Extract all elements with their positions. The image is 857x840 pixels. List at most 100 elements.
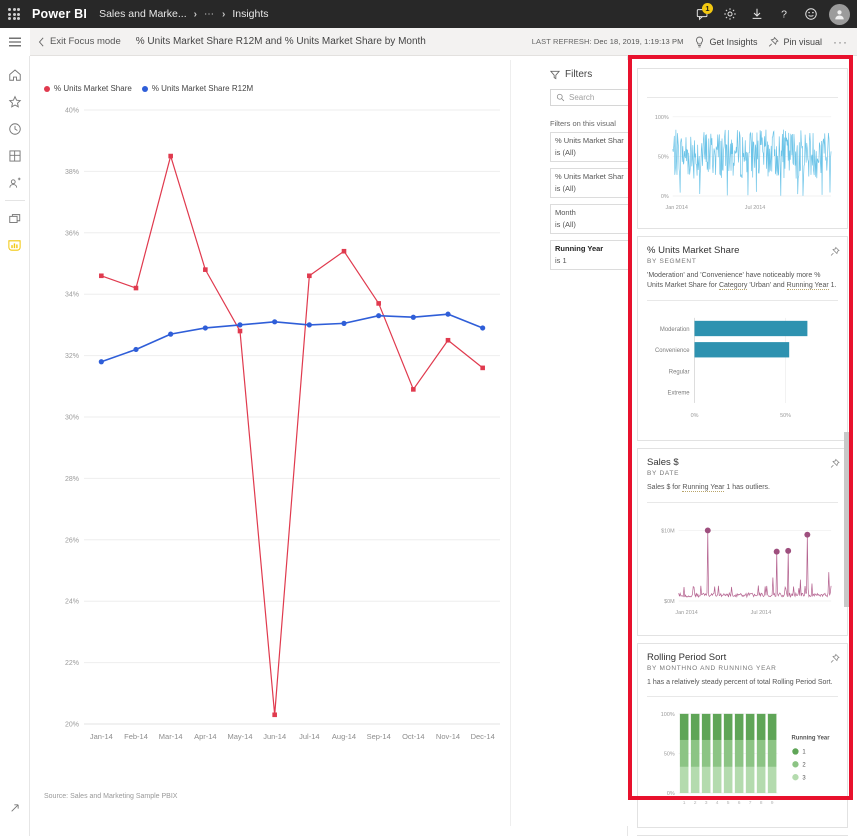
svg-text:9: 9	[771, 800, 774, 806]
insight-card-subtitle: BY DATE	[647, 470, 838, 477]
workspaces-icon[interactable]	[0, 205, 30, 232]
insights-card-list: 100%50%0%Jan 2014Jul 2014 % Units Market…	[637, 102, 848, 840]
divider	[647, 502, 838, 503]
breadcrumb-overflow[interactable]: ⋯	[204, 9, 215, 20]
svg-text:0%: 0%	[691, 413, 699, 419]
insight-card-title: % Units Market Share	[647, 245, 838, 256]
insight-card-subtitle: BY SEGMENT	[647, 258, 838, 265]
apps-icon[interactable]	[0, 142, 30, 169]
svg-text:2: 2	[694, 800, 697, 806]
insight-card-partial-top[interactable]: 100%50%0%Jan 2014Jul 2014	[637, 68, 848, 229]
clock-icon[interactable]	[0, 115, 30, 142]
chevron-left-icon	[38, 37, 45, 47]
svg-text:Aug-14: Aug-14	[332, 732, 356, 741]
insights-scrollbar-thumb[interactable]	[844, 432, 851, 607]
star-icon[interactable]	[0, 88, 30, 115]
pin-icon	[768, 36, 779, 48]
insight-card-units-market-share-by-segment[interactable]: % Units Market Share BY SEGMENT 'Moderat…	[637, 236, 848, 442]
svg-text:Extreme: Extreme	[667, 390, 690, 396]
account-avatar[interactable]	[829, 4, 850, 25]
get-insights-label: Get Insights	[709, 37, 757, 47]
filter-name: % Units Market Share	[555, 136, 624, 145]
notifications-icon[interactable]: 1	[690, 0, 716, 28]
top-bar-actions: 1 ?	[690, 0, 857, 28]
settings-icon[interactable]	[717, 0, 743, 28]
download-icon[interactable]	[744, 0, 770, 28]
exit-focus-mode-label: Exit Focus mode	[50, 36, 121, 47]
line-chart-visual[interactable]: % Units Market Share % Units Market Shar…	[34, 60, 511, 826]
insight-card-rolling-period-sort[interactable]: Rolling Period Sort BY MONTHNO AND RUNNI…	[637, 643, 848, 828]
svg-text:36%: 36%	[65, 230, 79, 237]
svg-text:Regular: Regular	[669, 369, 690, 375]
svg-text:38%: 38%	[65, 169, 79, 176]
svg-text:6: 6	[738, 800, 741, 806]
insight-outlier-chart[interactable]: $10M$0MJan 2014Jul 2014	[647, 506, 838, 627]
last-refresh-label: LAST REFRESH:	[532, 37, 592, 46]
funnel-icon	[550, 70, 560, 80]
svg-text:20%: 20%	[65, 722, 79, 729]
svg-text:Nov-14: Nov-14	[436, 732, 460, 741]
breadcrumb-workspace[interactable]: Sales and Marke...	[99, 8, 187, 20]
legend-swatch-1	[142, 86, 148, 92]
shared-with-me-icon[interactable]	[0, 169, 30, 196]
insight-link-category[interactable]: Category	[719, 282, 747, 290]
insight-bar-chart[interactable]: Moderation Convenience Regular Extreme 0% 50%	[647, 304, 838, 433]
svg-text:Convenience: Convenience	[655, 348, 690, 354]
get-insights-button[interactable]: Get Insights	[694, 36, 757, 48]
pin-icon[interactable]	[830, 651, 840, 669]
home-icon[interactable]	[0, 61, 30, 88]
search-icon	[556, 93, 565, 102]
svg-text:28%: 28%	[65, 476, 79, 483]
more-options-button[interactable]: ···	[833, 35, 848, 49]
svg-text:Jul-14: Jul-14	[299, 732, 319, 741]
chart-legend: % Units Market Share % Units Market Shar…	[44, 84, 253, 93]
insight-card-sales-by-date[interactable]: Sales $ BY DATE Sales $ for Running Year…	[637, 448, 848, 635]
svg-text:Jan 2014: Jan 2014	[666, 205, 688, 211]
hamburger-menu-icon[interactable]	[0, 28, 30, 56]
svg-text:Jan-14: Jan-14	[90, 732, 113, 741]
line-chart-plot[interactable]: 40%38%36%34%32%30%28%26%24%22%20%Jan-14F…	[34, 96, 511, 796]
insight-card-description: 'Moderation' and 'Convenience' have noti…	[647, 271, 838, 292]
svg-text:Moderation: Moderation	[660, 327, 690, 333]
svg-text:50%: 50%	[780, 413, 791, 419]
left-navigation-rail	[0, 56, 30, 840]
pin-visual-button[interactable]: Pin visual	[768, 36, 822, 48]
svg-text:Oct-14: Oct-14	[402, 732, 425, 741]
svg-text:50%: 50%	[664, 752, 675, 758]
svg-text:May-14: May-14	[227, 732, 252, 741]
filters-title: Filters	[565, 69, 592, 80]
legend-item-1[interactable]: % Units Market Share R12M	[142, 84, 253, 93]
svg-text:34%: 34%	[65, 292, 79, 299]
app-launcher-icon[interactable]	[0, 0, 28, 28]
insight-sparkline-chart[interactable]: 100%50%0%Jan 2014Jul 2014	[647, 101, 838, 220]
svg-text:50%: 50%	[658, 154, 669, 160]
insight-stacked-bar-chart[interactable]: 100%50%0%123456789Running Year123	[647, 700, 838, 819]
lightbulb-icon	[694, 36, 705, 48]
insights-scrollbar-track[interactable]	[847, 102, 854, 840]
svg-text:Running Year: Running Year	[791, 736, 830, 742]
insight-link-running-year[interactable]: Running Year	[787, 282, 829, 290]
insight-link-running-year[interactable]: Running Year	[682, 484, 724, 492]
notification-badge: 1	[702, 3, 713, 14]
exit-focus-mode-button[interactable]: Exit Focus mode	[38, 36, 121, 47]
current-report-icon[interactable]	[0, 232, 30, 259]
source-note: Source: Sales and Marketing Sample PBIX	[44, 793, 177, 800]
pin-icon[interactable]	[830, 244, 840, 262]
insight-card-title: Sales $	[647, 457, 838, 468]
top-navigation-bar: Power BI Sales and Marke... › ⋯ › Insigh…	[0, 0, 857, 28]
svg-text:?: ?	[781, 9, 787, 21]
filter-name: % Units Market Share R1	[555, 172, 624, 181]
legend-item-0[interactable]: % Units Market Share	[44, 84, 132, 93]
svg-text:Jul 2014: Jul 2014	[751, 610, 772, 616]
feedback-icon[interactable]	[798, 0, 824, 28]
expand-arrow-icon[interactable]	[0, 795, 30, 822]
powerbi-brand[interactable]: Power BI	[32, 7, 87, 21]
help-icon[interactable]: ?	[771, 0, 797, 28]
pin-visual-label: Pin visual	[783, 37, 822, 47]
svg-text:$0M: $0M	[664, 599, 675, 605]
insight-card-title: Rolling Period Sort	[647, 652, 838, 663]
svg-text:0%: 0%	[661, 194, 669, 200]
insight-card-subtitle: BY MONTHNO AND RUNNING YEAR	[647, 665, 838, 672]
breadcrumb-page[interactable]: Insights	[232, 8, 268, 20]
pin-icon[interactable]	[830, 456, 840, 474]
